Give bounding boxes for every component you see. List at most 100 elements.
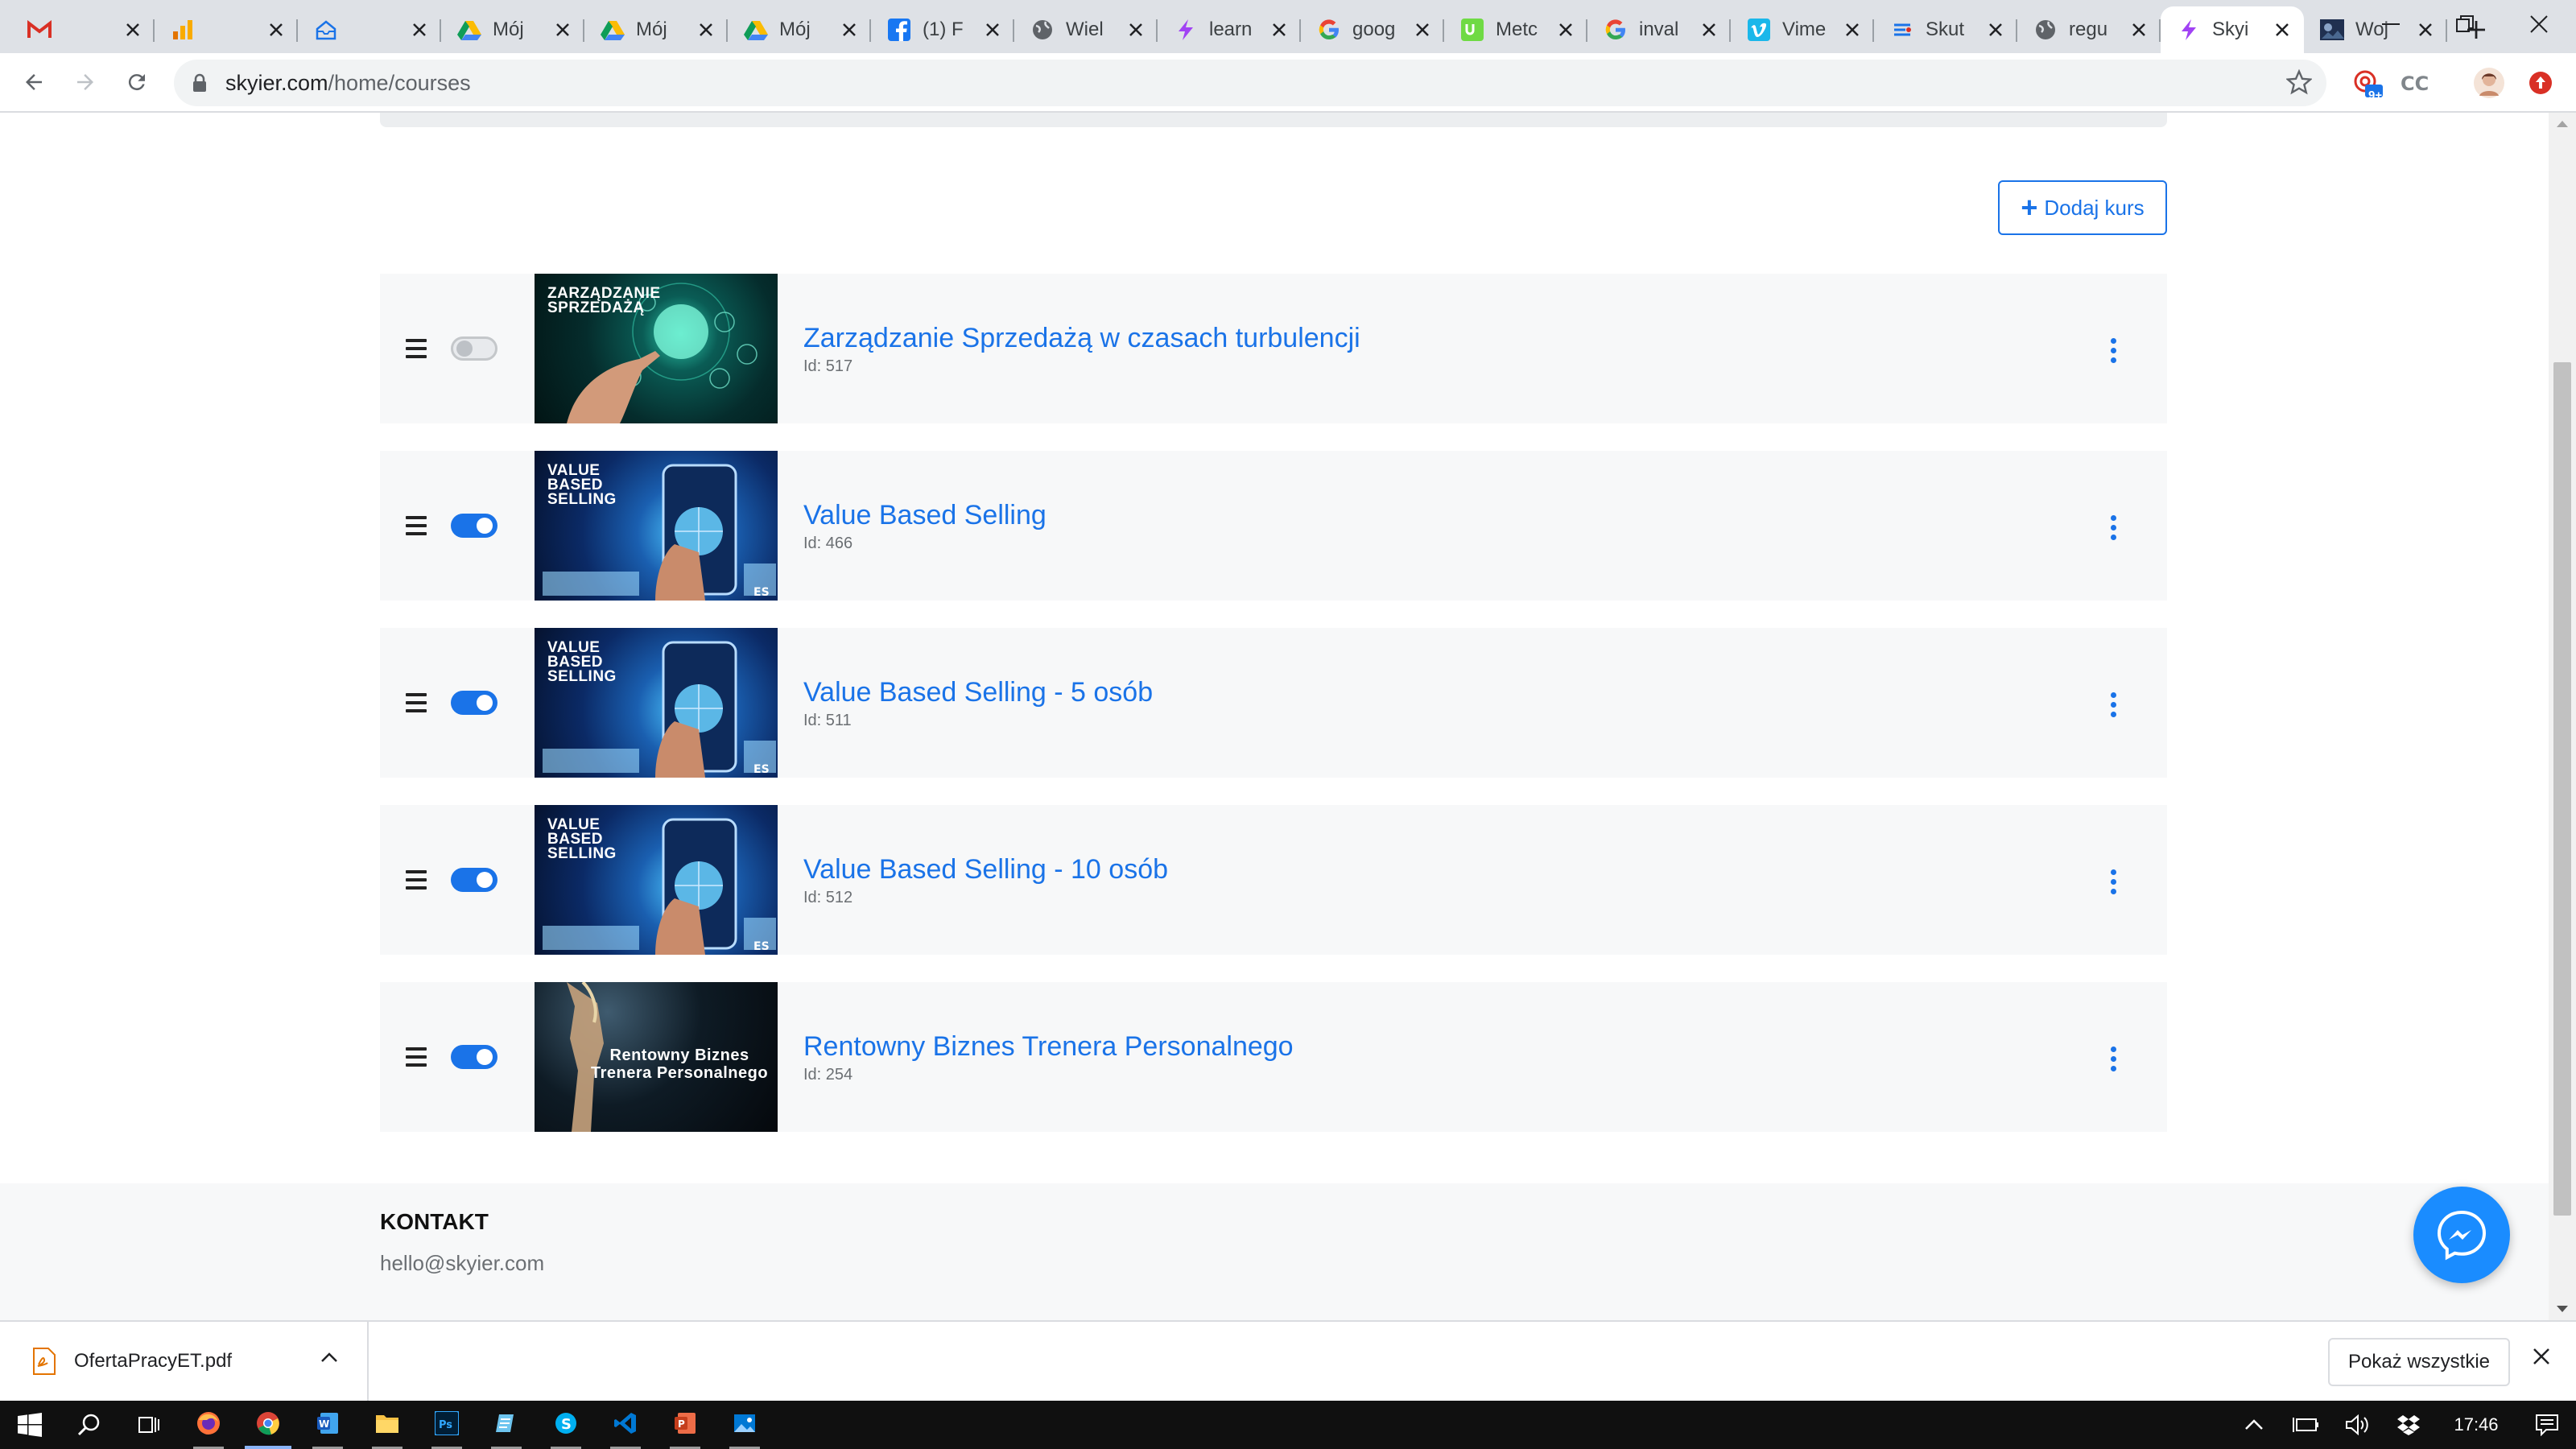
- close-tab-icon[interactable]: [837, 18, 861, 42]
- close-tab-icon[interactable]: [1267, 18, 1291, 42]
- more-options-icon[interactable]: [2111, 1046, 2119, 1071]
- close-tab-icon[interactable]: [2127, 18, 2151, 42]
- taskbar-app-file-explorer[interactable]: [357, 1401, 417, 1449]
- drag-handle-icon[interactable]: [406, 1047, 427, 1067]
- restore-button[interactable]: [2428, 0, 2502, 48]
- browser-tab[interactable]: [11, 6, 155, 53]
- course-visibility-toggle[interactable]: [451, 514, 497, 538]
- course-thumbnail[interactable]: ES VALUE BASED SELLING: [535, 451, 778, 601]
- browser-tab[interactable]: inval: [1587, 6, 1731, 53]
- taskbar-app-notepad[interactable]: [477, 1401, 536, 1449]
- dropbox-button[interactable]: [2383, 1401, 2434, 1449]
- back-button[interactable]: [10, 58, 58, 106]
- course-visibility-toggle[interactable]: [451, 1045, 497, 1069]
- bookmark-star-icon[interactable]: [2286, 69, 2312, 95]
- close-icon[interactable]: [2533, 1348, 2550, 1365]
- browser-tab[interactable]: Skut: [1874, 6, 2017, 53]
- page-scrollbar[interactable]: [2549, 113, 2576, 1320]
- profile-avatar[interactable]: [2467, 53, 2512, 113]
- taskbar-app-photos[interactable]: [715, 1401, 774, 1449]
- close-tab-icon[interactable]: [264, 18, 288, 42]
- browser-tab[interactable]: Metc: [1444, 6, 1587, 53]
- extension-notifications[interactable]: 9+: [2344, 53, 2389, 113]
- drag-handle-icon[interactable]: [406, 339, 427, 358]
- tray-overflow-button[interactable]: [2228, 1401, 2280, 1449]
- close-tab-icon[interactable]: [694, 18, 718, 42]
- close-tab-icon[interactable]: [980, 18, 1005, 42]
- close-tab-icon[interactable]: [1984, 18, 2008, 42]
- scroll-up-arrow[interactable]: [2557, 121, 2568, 127]
- google-drive-icon: [742, 16, 770, 43]
- course-visibility-toggle[interactable]: [451, 691, 497, 715]
- show-all-downloads-button[interactable]: Pokaż wszystkie: [2328, 1338, 2510, 1386]
- drag-handle-icon[interactable]: [406, 870, 427, 890]
- task-view-button[interactable]: [119, 1401, 179, 1449]
- course-title-link[interactable]: Value Based Selling: [803, 499, 2167, 531]
- browser-tab[interactable]: [155, 6, 298, 53]
- taskbar-app-word[interactable]: W: [298, 1401, 357, 1449]
- browser-tab[interactable]: Mój: [584, 6, 728, 53]
- course-visibility-toggle[interactable]: [451, 868, 497, 892]
- cc-extension[interactable]: CC: [2392, 53, 2438, 113]
- browser-tab[interactable]: (1) F: [871, 6, 1014, 53]
- scroll-down-arrow[interactable]: [2557, 1306, 2568, 1312]
- taskbar-app-powerpoint[interactable]: P: [655, 1401, 715, 1449]
- forward-button[interactable]: [61, 58, 109, 106]
- course-thumbnail[interactable]: ZARZĄDZANIE SPRZEDAŻĄ: [535, 274, 778, 423]
- close-tab-icon[interactable]: [407, 18, 431, 42]
- course-thumbnail[interactable]: ES VALUE BASED SELLING: [535, 805, 778, 955]
- download-item[interactable]: OfertaPracyET.pdf: [0, 1321, 369, 1402]
- course-title-link[interactable]: Rentowny Biznes Trenera Personalnego: [803, 1030, 2167, 1063]
- browser-tab[interactable]: Mój: [728, 6, 871, 53]
- browser-tab[interactable]: Vime: [1731, 6, 1874, 53]
- close-tab-icon[interactable]: [1124, 18, 1148, 42]
- search-button[interactable]: [60, 1401, 119, 1449]
- course-thumbnail[interactable]: Rentowny Biznes Trenera Personalnego: [535, 982, 778, 1132]
- course-thumbnail[interactable]: ES VALUE BASED SELLING: [535, 628, 778, 778]
- taskbar-app-photoshop[interactable]: Ps: [417, 1401, 477, 1449]
- taskbar-app-firefox[interactable]: [179, 1401, 238, 1449]
- more-options-icon[interactable]: [2111, 515, 2119, 540]
- reload-button[interactable]: [113, 58, 161, 106]
- close-tab-icon[interactable]: [1697, 18, 1721, 42]
- course-title-link[interactable]: Zarządzanie Sprzedażą w czasach turbulen…: [803, 322, 2167, 354]
- clock[interactable]: 17:46: [2434, 1401, 2518, 1449]
- browser-tab[interactable]: Mój: [441, 6, 584, 53]
- close-tab-icon[interactable]: [1554, 18, 1578, 42]
- notifications-button[interactable]: [2518, 1401, 2576, 1449]
- more-options-icon[interactable]: [2111, 338, 2119, 363]
- course-visibility-toggle[interactable]: [451, 336, 497, 361]
- course-title-link[interactable]: Value Based Selling - 10 osób: [803, 853, 2167, 886]
- drag-handle-icon[interactable]: [406, 516, 427, 535]
- battery-button[interactable]: [2280, 1401, 2331, 1449]
- start-button[interactable]: [0, 1401, 60, 1449]
- minimize-button[interactable]: [2354, 0, 2428, 48]
- close-tab-icon[interactable]: [121, 18, 145, 42]
- more-options-icon[interactable]: [2111, 692, 2119, 717]
- volume-button[interactable]: [2331, 1401, 2383, 1449]
- update-button[interactable]: [2518, 53, 2563, 113]
- taskbar-app-chrome[interactable]: [238, 1401, 298, 1449]
- contact-email-link[interactable]: hello@skyier.com: [380, 1251, 544, 1276]
- close-tab-icon[interactable]: [2270, 18, 2294, 42]
- course-title-link[interactable]: Value Based Selling - 5 osób: [803, 676, 2167, 708]
- browser-tab[interactable]: goog: [1301, 6, 1444, 53]
- browser-tab[interactable]: [298, 6, 441, 53]
- drag-handle-icon[interactable]: [406, 693, 427, 712]
- close-tab-icon[interactable]: [551, 18, 575, 42]
- add-course-button[interactable]: + Dodaj kurs: [1998, 180, 2167, 235]
- browser-tab[interactable]: learn: [1158, 6, 1301, 53]
- close-window-button[interactable]: [2502, 0, 2576, 48]
- tab-active[interactable]: Skyi: [2161, 6, 2304, 53]
- close-tab-icon[interactable]: [1840, 18, 1864, 42]
- taskbar-app-vscode[interactable]: [596, 1401, 655, 1449]
- messenger-chat-button[interactable]: [2413, 1187, 2510, 1283]
- scrollbar-thumb[interactable]: [2553, 362, 2571, 1216]
- browser-tab[interactable]: regu: [2017, 6, 2161, 53]
- close-tab-icon[interactable]: [1410, 18, 1435, 42]
- address-bar[interactable]: skyier.com/home/courses: [174, 60, 2326, 106]
- more-options-icon[interactable]: [2111, 869, 2119, 894]
- taskbar-app-skype[interactable]: S: [536, 1401, 596, 1449]
- browser-tab[interactable]: Wiel: [1014, 6, 1158, 53]
- chevron-up-icon[interactable]: [320, 1352, 338, 1363]
